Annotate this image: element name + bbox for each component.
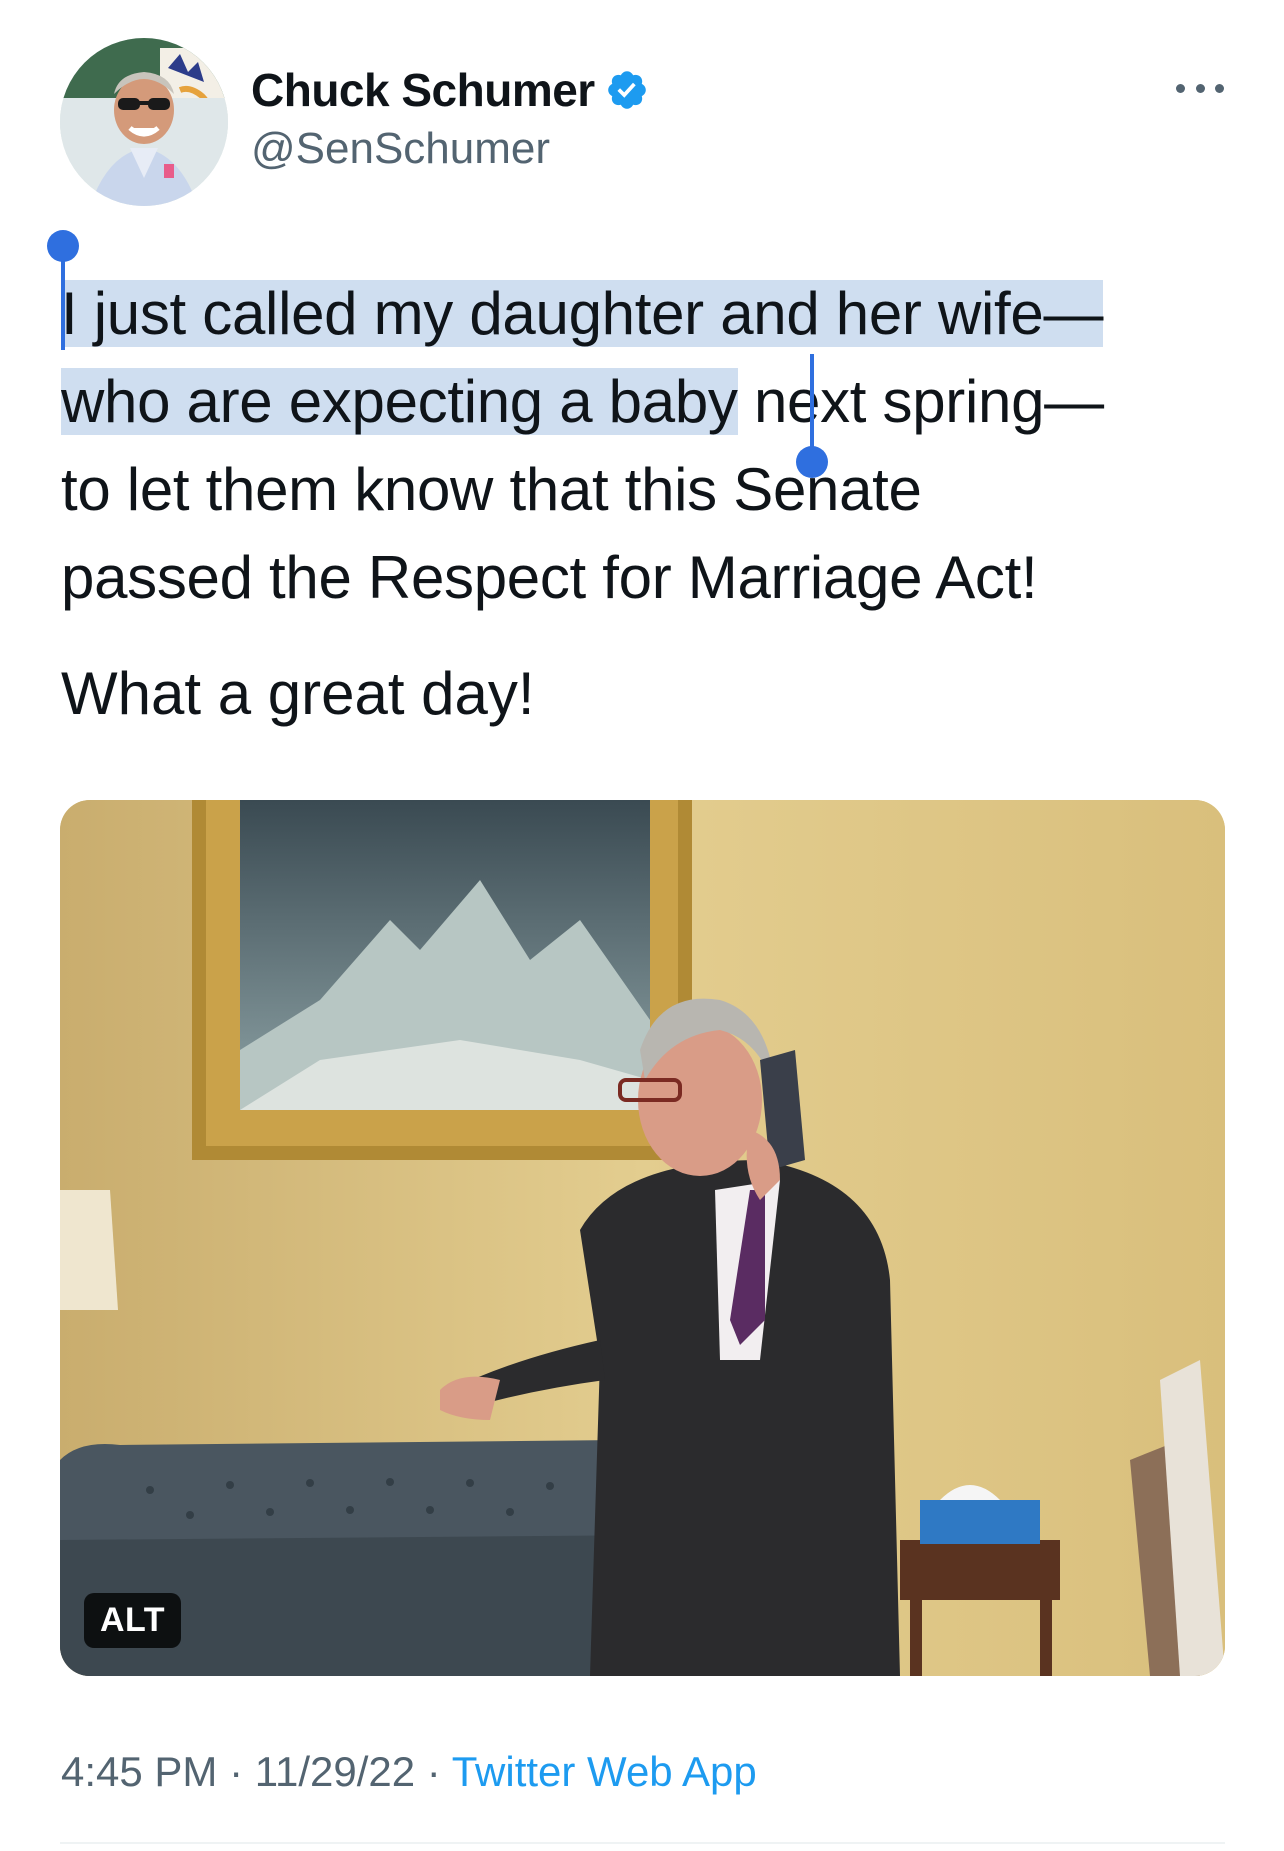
tweet-line-1: I just called my daughter and her wife— <box>61 270 1241 358</box>
tweet-time[interactable]: 4:45 PM <box>61 1748 217 1795</box>
avatar-photo-icon <box>60 38 228 206</box>
tweet-text-paragraph-2: What a great day! <box>61 660 535 727</box>
tweet-line-2: who are expecting a baby next spring— <box>61 358 1241 446</box>
verified-badge-icon <box>605 68 649 112</box>
alt-text-badge[interactable]: ALT <box>84 1593 182 1648</box>
photo-image-icon <box>60 800 1225 1676</box>
tweet-text-fragment: next spring— <box>737 368 1104 435</box>
author-name-row[interactable]: Chuck Schumer <box>251 62 649 118</box>
tweet-text: I just called my daughter and her wife— … <box>61 270 1241 622</box>
selection-end-handle[interactable] <box>796 354 828 478</box>
tweet-line-4: passed the Respect for Marriage Act! <box>61 544 1038 611</box>
selection-start-handle[interactable] <box>47 230 79 350</box>
more-dot <box>1176 83 1185 93</box>
selected-text: who are expecting a baby <box>61 368 738 435</box>
more-options-icon[interactable] <box>1176 76 1224 100</box>
meta-separator: · <box>217 1748 255 1795</box>
more-dot <box>1215 83 1224 93</box>
divider <box>60 1842 1225 1844</box>
tweet-line-3: to let them know that this Senate <box>61 456 922 523</box>
author-avatar[interactable] <box>60 38 228 206</box>
tweet-meta: 4:45 PM · 11/29/22 · Twitter Web App <box>61 1748 757 1796</box>
selected-text: I just called my daughter and her wife— <box>61 280 1104 347</box>
tweet-date[interactable]: 11/29/22 <box>255 1748 415 1795</box>
tweet-source-link[interactable]: Twitter Web App <box>452 1748 757 1795</box>
author-handle[interactable]: @SenSchumer <box>251 124 550 174</box>
author-display-name[interactable]: Chuck Schumer <box>251 63 595 117</box>
tweet-detail: Chuck Schumer @SenSchumer I just called … <box>0 0 1284 1851</box>
meta-separator: · <box>415 1748 452 1795</box>
more-dot <box>1195 83 1205 93</box>
tweet-media-photo[interactable]: ALT <box>60 800 1225 1676</box>
